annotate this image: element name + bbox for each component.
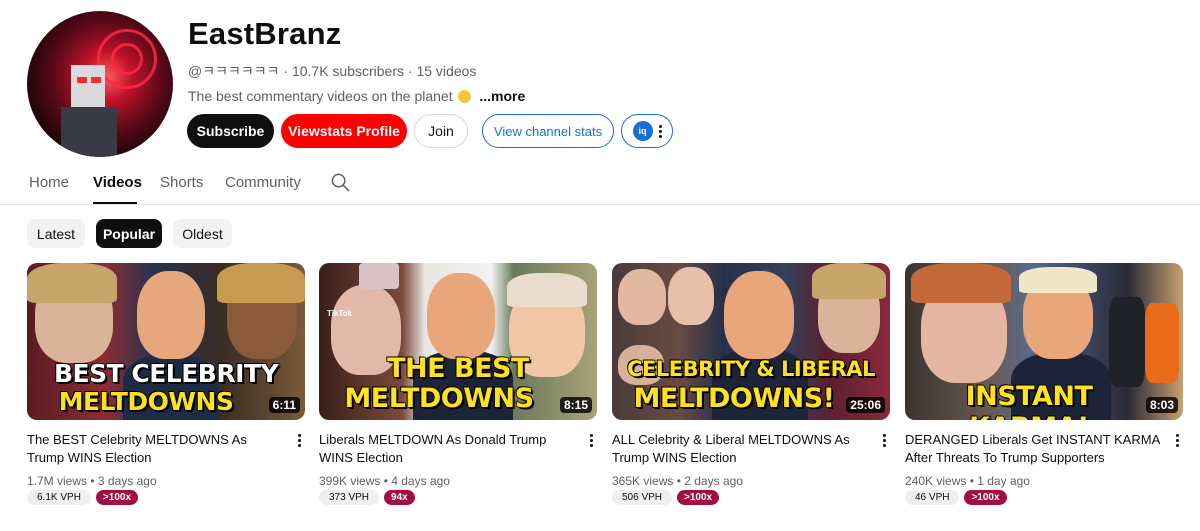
more-vert-icon[interactable] (1176, 434, 1179, 447)
upload-age: 4 days ago (391, 474, 450, 488)
thumbnail-hair (27, 263, 117, 303)
upload-age: 3 days ago (97, 474, 157, 488)
outlier-badge: 94x (384, 490, 415, 505)
subscriber-count: 10.7K subscribers (291, 63, 405, 79)
extension-menu-button[interactable]: iq (621, 114, 673, 148)
thumbnail-person (1145, 303, 1179, 383)
view-count: 365K views (612, 474, 674, 488)
chip-popular[interactable]: Popular (96, 219, 162, 248)
more-vert-icon[interactable] (883, 434, 886, 447)
thumbnail-caption-line1: BEST CELEBRITY (53, 358, 279, 389)
view-channel-stats-button[interactable]: View channel stats (482, 114, 614, 148)
avatar-figure (71, 65, 105, 107)
thumbnail-hair (1019, 267, 1097, 293)
channel-meta: @ㅋㅋㅋㅋㅋㅋ · 10.7K subscribers · 15 videos (188, 61, 476, 81)
video-thumbnail[interactable]: TikTok THE BEST MELTDOWNS 8:15 (319, 263, 597, 420)
video-thumbnail[interactable]: BEST CELEBRITY MELTDOWNS 6:11 (27, 263, 305, 420)
video-count: 15 videos (416, 63, 477, 79)
thumbnail-hair (911, 263, 1011, 303)
avatar-body (61, 107, 117, 157)
video-thumbnail[interactable]: CELEBRITY & LIBERAL MELTDOWNS! 25:06 (612, 263, 890, 420)
thumbnail-hair (507, 273, 587, 307)
more-vert-icon (658, 124, 662, 138)
thumbnail-caption-line2: MELTDOWNS (58, 386, 235, 417)
channel-handle: @ㅋㅋㅋㅋㅋㅋ (188, 63, 280, 79)
thumbnail-person (668, 267, 714, 325)
tab-home[interactable]: Home (29, 174, 69, 191)
vph-badge: 6.1K VPH (27, 490, 91, 505)
video-meta: 365K views • 2 days ago (612, 474, 743, 488)
video-card[interactable]: CELEBRITY & LIBERAL MELTDOWNS! 25:06 ALL… (612, 263, 890, 505)
video-duration: 8:15 (559, 397, 592, 413)
channel-avatar[interactable] (27, 11, 173, 157)
avatar-eye (91, 77, 101, 83)
video-card[interactable]: BEST CELEBRITY MELTDOWNS 6:11 The BEST C… (27, 263, 305, 505)
video-title[interactable]: The BEST Celebrity MELTDOWNS As Trump WI… (27, 431, 282, 467)
thumbnail-caption-line1: CELEBRITY & LIBERAL (626, 356, 876, 382)
thumbnail-hair (217, 263, 305, 303)
iq-extension-icon: iq (632, 121, 653, 141)
thumbnail-person (137, 271, 205, 359)
video-meta: 1.7M views • 3 days ago (27, 474, 157, 488)
thumbnail-person (618, 269, 666, 325)
thumbnail-caption-line2: MELTDOWNS (344, 382, 535, 415)
upload-age: 2 days ago (684, 474, 743, 488)
channel-description[interactable]: The best commentary videos on the planet… (188, 88, 525, 104)
video-badges: 46 VPH >100x (905, 490, 1007, 505)
active-tab-indicator (93, 202, 137, 204)
view-count: 1.7M views (27, 474, 88, 488)
video-duration: 6:11 (268, 397, 300, 413)
video-meta: 399K views • 4 days ago (319, 474, 450, 488)
avatar-eye (77, 77, 87, 83)
tab-videos[interactable]: Videos (93, 174, 142, 191)
more-vert-icon[interactable] (590, 434, 593, 447)
subscribe-button[interactable]: Subscribe (187, 114, 274, 148)
more-vert-icon[interactable] (298, 434, 301, 447)
chip-oldest[interactable]: Oldest (173, 219, 232, 248)
thumbnail-person (427, 273, 495, 359)
video-card[interactable]: TikTok THE BEST MELTDOWNS 8:15 Liberals … (319, 263, 597, 505)
search-icon[interactable] (331, 173, 350, 192)
video-badges: 373 VPH 94x (319, 490, 415, 505)
meta-separator: · (283, 63, 292, 79)
outlier-badge: >100x (95, 490, 139, 505)
thumbnail-caption-line1: THE BEST (386, 352, 530, 385)
upload-age: 1 day ago (977, 474, 1030, 488)
viewstats-profile-button[interactable]: Viewstats Profile (281, 114, 407, 148)
tiktok-watermark: TikTok (327, 309, 353, 318)
tab-shorts[interactable]: Shorts (160, 174, 203, 191)
video-meta: 240K views • 1 day ago (905, 474, 1030, 488)
smiling-emoji-icon (458, 90, 472, 103)
video-title[interactable]: DERANGED Liberals Get INSTANT KARMA Afte… (905, 431, 1160, 467)
view-count: 399K views (319, 474, 381, 488)
outlier-badge: >100x (964, 490, 1007, 505)
video-badges: 506 VPH >100x (612, 490, 720, 505)
video-title[interactable]: ALL Celebrity & Liberal MELTDOWNS As Tru… (612, 431, 867, 467)
thumbnail-person (1109, 297, 1145, 387)
vph-badge: 46 VPH (905, 490, 960, 505)
thumbnail-hair (812, 263, 886, 299)
thumbnail-person (724, 271, 794, 359)
video-badges: 6.1K VPH >100x (27, 490, 139, 505)
view-count: 240K views (905, 474, 967, 488)
video-thumbnail[interactable]: INSTANT KARMA! 8:03 (905, 263, 1183, 420)
video-duration: 8:03 (1145, 397, 1178, 413)
description-text: The best commentary videos on the planet (188, 88, 453, 104)
video-duration: 25:06 (846, 397, 885, 413)
avatar-ring-decoration (111, 43, 143, 75)
more-link[interactable]: ...more (479, 88, 525, 104)
video-card[interactable]: INSTANT KARMA! 8:03 DERANGED Liberals Ge… (905, 263, 1183, 505)
channel-tabs: Home Videos Shorts Community (0, 160, 1200, 205)
tab-community[interactable]: Community (225, 174, 301, 191)
channel-name: EastBranz (188, 16, 342, 51)
chip-latest[interactable]: Latest (27, 219, 85, 248)
thumbnail-blur (359, 263, 399, 289)
outlier-badge: >100x (677, 490, 720, 505)
join-button[interactable]: Join (414, 114, 468, 148)
thumbnail-caption: INSTANT KARMA! (965, 380, 1094, 420)
vph-badge: 373 VPH (319, 490, 380, 505)
video-title[interactable]: Liberals MELTDOWN As Donald Trump WINS E… (319, 431, 574, 467)
vph-badge: 506 VPH (612, 490, 673, 505)
